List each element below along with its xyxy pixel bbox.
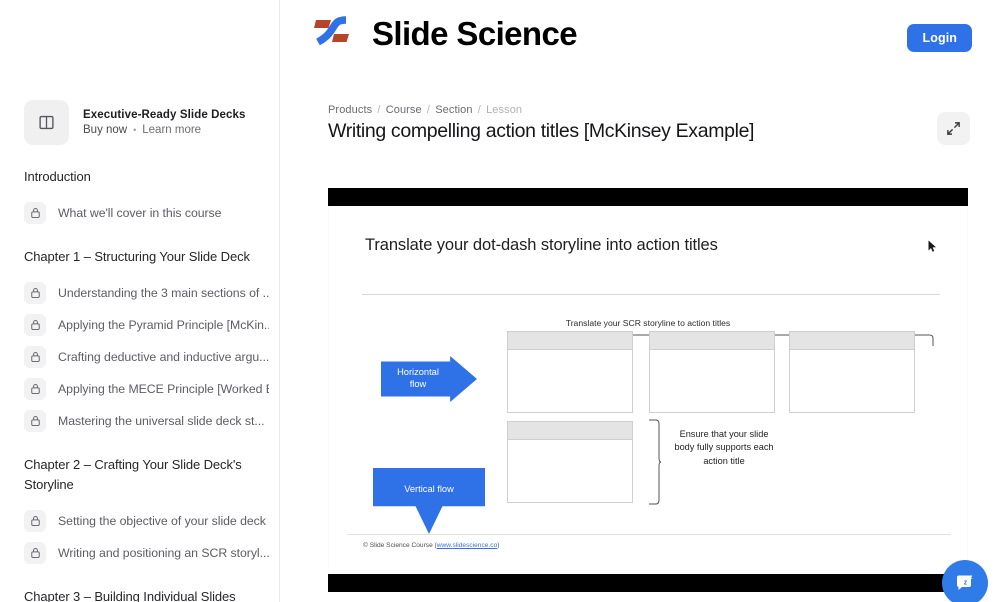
slide-title-divider [362, 294, 940, 295]
slide-thumb-box [507, 331, 633, 413]
horizontal-flow-label-2: flow [409, 379, 427, 389]
nav-section-chapter-1: Chapter 1 – Structuring Your Slide Deck … [0, 247, 279, 437]
side-bracket-icon [649, 419, 661, 505]
promo-card[interactable]: Executive-Ready Slide Decks Buy now • Le… [0, 88, 279, 145]
sidebar-item-lesson[interactable]: Crafting deductive and inductive argu... [0, 341, 279, 373]
sidebar-item-label: Crafting deductive and inductive argu... [58, 350, 269, 364]
breadcrumb-item-lesson: Lesson [486, 104, 523, 116]
nav-section-chapter-2: Chapter 2 – Crafting Your Slide Deck's S… [0, 455, 279, 569]
sidebar-item-lesson[interactable]: Mastering the universal slide deck st... [0, 405, 279, 437]
chat-bubble-icon[interactable]: z z [942, 560, 988, 602]
sidebar-item-lesson[interactable]: What we'll cover in this course [0, 197, 279, 229]
slide-canvas: Translate your dot-dash storyline into a… [328, 206, 968, 574]
nav-section-title: Introduction [24, 169, 91, 184]
lock-icon [24, 510, 46, 532]
app-root: Executive-Ready Slide Decks Buy now • Le… [0, 0, 1000, 602]
slide-footer-prefix: © Slide Science Course ( [363, 542, 437, 549]
lesson-header: Products / Course / Section / Lesson Wri… [280, 76, 1000, 145]
slide-thumb-header [508, 332, 632, 350]
top-bar: Slide Science Login [280, 0, 1000, 76]
main-content: Slide Science Login Products / Course / … [280, 0, 1000, 602]
slide-footer-suffix: ) [497, 542, 500, 549]
slide-science-s-logo [310, 14, 354, 53]
sidebar-item-label: Mastering the universal slide deck st... [58, 414, 265, 428]
lock-icon [24, 346, 46, 368]
breadcrumb-item-course[interactable]: Course [386, 104, 422, 116]
buy-now-link[interactable]: Buy now [83, 124, 127, 136]
promo-separator: • [133, 125, 137, 135]
login-button[interactable]: Login [907, 24, 972, 52]
sidebar-item-label: Applying the MECE Principle [Worked E... [58, 382, 269, 396]
nav-section-introduction: Introduction What we'll cover in this co… [0, 167, 279, 229]
slide-title: Translate your dot-dash storyline into a… [365, 236, 718, 254]
page-title: Writing compelling action titles [McKins… [328, 120, 755, 142]
slide-thumb-header [650, 332, 774, 350]
svg-text:z: z [964, 580, 968, 587]
lesson-header-text: Products / Course / Section / Lesson Wri… [328, 104, 754, 142]
breadcrumb-item-section[interactable]: Section [435, 104, 472, 116]
brand-name: Slide Science [372, 15, 578, 52]
mouse-cursor-icon [928, 240, 936, 252]
breadcrumb: Products / Course / Section / Lesson [328, 104, 754, 116]
vertical-flow-label: Vertical flow [404, 484, 454, 494]
nav-section-title: Chapter 1 – Structuring Your Slide Deck [24, 249, 250, 264]
sidebar-item-lesson[interactable]: Applying the Pyramid Principle [McKin... [0, 309, 279, 341]
sidebar-item-label: Setting the objective of your slide deck [58, 514, 266, 528]
book-panel-icon [24, 100, 69, 145]
player-letterbox-bottom [328, 574, 968, 592]
breadcrumb-separator: / [477, 104, 481, 116]
horizontal-flow-arrow: Horizontal flow [381, 356, 477, 402]
lock-icon [24, 378, 46, 400]
scr-caption: Translate your SCR storyline to action t… [565, 318, 731, 328]
nav-section-title: Chapter 3 – Building Individual Slides [24, 589, 236, 602]
sidebar-item-label: Understanding the 3 main sections of ... [58, 286, 269, 300]
sidebar-item-lesson[interactable]: Applying the MECE Principle [Worked E... [0, 373, 279, 405]
horizontal-flow-label-1: Horizontal [397, 367, 439, 378]
lock-icon [24, 314, 46, 336]
lock-icon [24, 410, 46, 432]
slide-thumb-box [649, 331, 775, 413]
course-sidebar: Executive-Ready Slide Decks Buy now • Le… [0, 0, 280, 602]
sidebar-item-lesson[interactable]: Setting the objective of your slide deck [0, 505, 279, 537]
vertical-flow-arrow: Vertical flow [373, 468, 485, 534]
slide-footer: © Slide Science Course (www.slidescience… [363, 542, 499, 549]
sidebar-item-lesson[interactable]: Understanding the 3 main sections of ... [0, 277, 279, 309]
breadcrumb-item-products[interactable]: Products [328, 104, 372, 116]
slide-thumb-header [790, 332, 914, 350]
expand-fullscreen-icon[interactable] [937, 112, 970, 145]
sidebar-item-label: Writing and positioning an SCR storyl... [58, 546, 269, 560]
slide-footer-link[interactable]: www.slidescience.co [437, 542, 497, 549]
player-letterbox-top [328, 188, 968, 206]
breadcrumb-separator: / [377, 104, 381, 116]
promo-title: Executive-Ready Slide Decks [83, 109, 246, 121]
sidebar-item-lesson[interactable]: Writing and positioning an SCR storyl... [0, 537, 279, 569]
slide-player[interactable]: Translate your dot-dash storyline into a… [328, 188, 968, 592]
slide-footer-divider [347, 534, 951, 535]
slide-thumb-header [508, 422, 632, 440]
svg-text:z: z [970, 575, 973, 581]
lock-icon [24, 202, 46, 224]
sidebar-item-label: Applying the Pyramid Principle [McKin... [58, 318, 269, 332]
course-nav: Introduction What we'll cover in this co… [0, 167, 279, 602]
nav-section-chapter-3: Chapter 3 – Building Individual Slides U… [0, 587, 279, 602]
learn-more-link[interactable]: Learn more [142, 124, 201, 136]
brand[interactable]: Slide Science [310, 14, 578, 53]
lock-icon [24, 282, 46, 304]
slide-thumb-box [507, 421, 633, 503]
slide-thumb-box [789, 331, 915, 413]
nav-section-title: Chapter 2 – Crafting Your Slide Deck's S… [24, 457, 242, 492]
ensure-note: Ensure that your slide body fully suppor… [674, 429, 774, 466]
lock-icon [24, 542, 46, 564]
promo-links: Buy now • Learn more [83, 124, 246, 136]
breadcrumb-separator: / [426, 104, 431, 116]
sidebar-item-label: What we'll cover in this course [58, 206, 222, 220]
